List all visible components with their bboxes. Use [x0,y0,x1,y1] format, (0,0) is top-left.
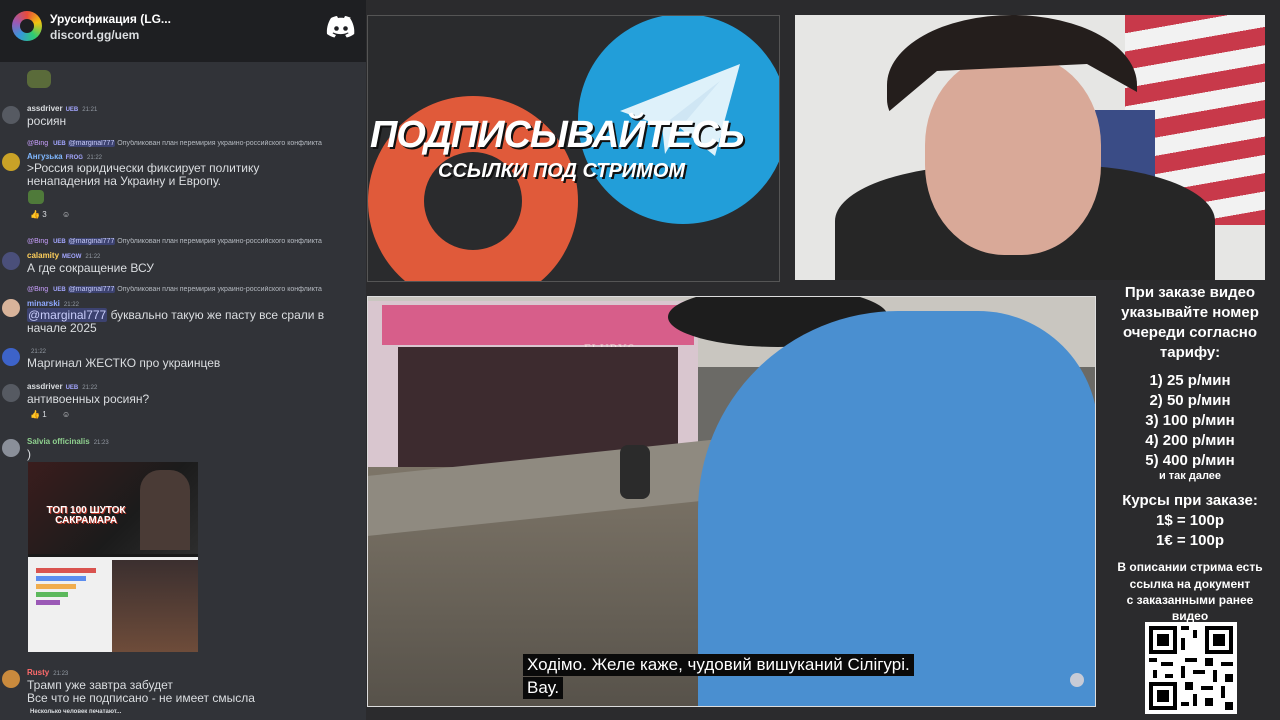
timestamp: 21:22 [31,349,47,355]
info-text: тарифу: [1159,344,1221,361]
avatar [2,384,20,402]
username: minarski [27,299,60,308]
user-badge: MEOW [62,254,82,260]
username: assdriver [27,104,63,113]
store-sign-band [382,305,694,345]
message-text-line: буквально такую же пасту все срали в [107,308,325,322]
reaction-count: 3 [42,210,47,219]
tariff-item: 1) 25 р/мин [1149,372,1231,389]
timestamp: 21:21 [82,107,98,113]
timestamp: 21:22 [85,254,101,260]
tariff-item: 3) 100 р/мин [1145,412,1235,429]
promo-banner: ПОДПИСЫВАЙТЕСЬ ССЫЛКИ ПОД СТРИМОМ [367,15,780,282]
info-text: видео [1171,609,1209,623]
message-text-line: начале 2025 [27,321,97,335]
reaction[interactable]: 👍 1 [30,410,47,419]
typing-dots-icon [4,711,26,715]
username: calamity [27,251,60,260]
video-scooter [620,445,650,499]
server-icon [12,11,42,41]
username: Rusty [27,668,50,677]
tariff-item: 5) 400 р/мин [1145,452,1235,469]
typing-indicator: Несколько человек печатают... [30,709,122,715]
username: Ангузька [27,152,63,161]
sticker-emoji [27,70,51,88]
info-text: ссылка на документ [1129,577,1251,591]
tariff-more: и так далее [1158,470,1222,482]
server-invite-link[interactable]: discord.gg/uem [50,28,139,42]
chat-header: Урусификация (LG... discord.gg/uem [0,0,366,62]
discord-chat-panel: Урусификация (LG... discord.gg/uem assdr… [0,0,366,720]
rates-title: Курсы при заказе: [1122,492,1258,509]
promo-title: ПОДПИСЫВАЙТЕСЬ [370,114,745,156]
username: Salvia officinalis [27,437,90,446]
tariff-item: 2) 50 р/мин [1149,392,1231,409]
timestamp: 21:23 [53,671,69,677]
attachment-chart [36,568,96,605]
avatar [2,439,20,457]
info-text: очереди согласно [1122,324,1258,341]
main-video-player[interactable]: FLURYS Ходімо. Желе каже, чудовий вишука… [367,296,1096,707]
rate-item: 1€ = 100р [1156,532,1224,549]
add-reaction-icon[interactable]: ☺ [62,210,70,219]
message-text: А где сокращение ВСУ [27,261,154,275]
streamer-face [925,55,1101,255]
promo-subtitle: ССЫЛКИ ПОД СТРИМОМ [438,160,686,182]
message-text: росиян [27,114,67,128]
avatar [2,252,20,270]
message-text-line: Все что не подписано - не имеет смысла [27,691,255,705]
rate-item: 1$ = 100р [1156,512,1224,529]
info-text: с заказанными ранее [1126,593,1254,607]
message-text-line: ненападения на Украину и Европу. [27,174,221,188]
reply-preview[interactable]: @Bing UEB @marginal777 Опубликован план … [27,286,366,293]
add-reaction-icon[interactable]: ☺ [62,410,70,419]
sticker-emoji [28,190,44,204]
timestamp: 21:22 [82,385,98,391]
info-text: указывайте номер [1121,304,1259,321]
reaction-count: 1 [42,410,47,419]
username: assdriver [27,382,63,391]
message-text: Маргинал ЖЕСТКО про украинцев [27,356,221,370]
tariff-item: 4) 200 р/мин [1145,432,1235,449]
video-guide-person [698,311,1095,706]
reaction[interactable]: 👍 3 [30,210,47,219]
video-subtitle-line: Ходімо. Желе каже, чудовий вишуканий Сіл… [523,654,914,676]
info-text: В описании стрима есть [1117,560,1263,574]
info-text: При заказе видео [1124,284,1256,301]
attachment-caption: ТОП 100 ШУТОК САКРАМАРА [46,505,126,526]
thumbs-up-icon: 👍 [30,410,40,419]
qr-code[interactable] [1145,622,1237,714]
image-attachment[interactable]: ТОП 100 ШУТОК САКРАМАРА [28,462,198,652]
message-text: ) [27,447,31,461]
timestamp: 21:23 [93,440,109,446]
video-subtitle-line: Вау. [523,677,564,699]
reply-preview[interactable]: @Bing UEB @marginal777 Опубликован план … [27,140,366,147]
avatar [2,348,20,366]
attachment-face [112,560,198,652]
avatar [2,670,20,688]
avatar [2,299,20,317]
user-mention[interactable]: @marginal777 [27,308,108,322]
streamer-webcam [795,15,1265,280]
avatar [2,106,20,124]
server-name: Урусификация (LG... [50,12,171,26]
thumbs-up-icon: 👍 [30,210,40,219]
message-text: антивоенных росиян? [27,392,150,406]
discord-icon [326,16,355,38]
attachment-figure [140,470,190,550]
user-badge: UEB [65,385,79,391]
user-badge: UEB [65,107,79,113]
channel-watermark-icon [1070,673,1084,687]
reply-preview[interactable]: @Bing UEB @marginal777 Опубликован план … [27,238,366,245]
avatar [2,153,20,171]
